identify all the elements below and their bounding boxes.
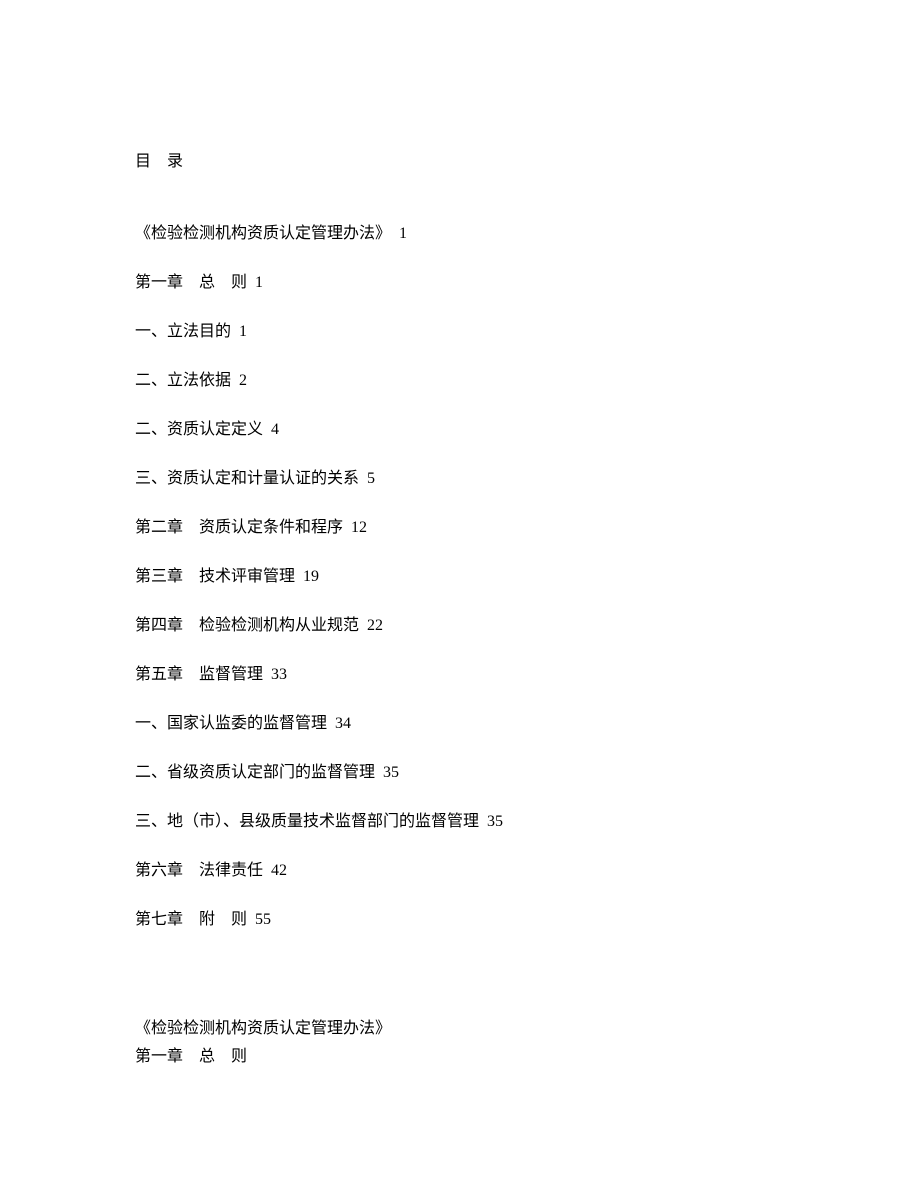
toc-entry-page: 19: [303, 568, 319, 585]
toc-entry: 第七章 附 则 55: [135, 908, 785, 932]
toc-entry: 第一章 总 则 1: [135, 271, 785, 295]
section-gap: [135, 957, 785, 1017]
toc-entry-text: 一、立法目的: [135, 323, 231, 340]
toc-entry-text: 第一章 总 则: [135, 274, 247, 291]
toc-entry: 一、立法目的 1: [135, 320, 785, 344]
toc-entry-text: 第六章 法律责任: [135, 862, 263, 879]
toc-entry-page: 55: [255, 911, 271, 928]
toc-entry: 第四章 检验检测机构从业规范 22: [135, 614, 785, 638]
toc-entry: 第三章 技术评审管理 19: [135, 565, 785, 589]
toc-entry-page: 12: [351, 519, 367, 536]
toc-entry-page: 1: [255, 274, 263, 291]
toc-entry: 第二章 资质认定条件和程序 12: [135, 516, 785, 540]
toc-entry-text: 一、国家认监委的监督管理: [135, 715, 327, 732]
toc-entry-text: 第二章 资质认定条件和程序: [135, 519, 343, 536]
toc-entry: 一、国家认监委的监督管理 34: [135, 712, 785, 736]
toc-entry-text: 第五章 监督管理: [135, 666, 263, 683]
toc-entry: 第六章 法律责任 42: [135, 859, 785, 883]
toc-entry-page: 5: [367, 470, 375, 487]
toc-entry: 三、资质认定和计量认证的关系 5: [135, 467, 785, 491]
toc-entry-text: 三、资质认定和计量认证的关系: [135, 470, 359, 487]
toc-entry-text: 第四章 检验检测机构从业规范: [135, 617, 359, 634]
toc-entry-page: 35: [383, 764, 399, 781]
toc-title: 目 录: [135, 150, 785, 174]
toc-entry: 《检验检测机构资质认定管理办法》 1: [135, 222, 785, 246]
toc-entry: 二、立法依据 2: [135, 369, 785, 393]
toc-entry-page: 34: [335, 715, 351, 732]
toc-entry-text: 第七章 附 则: [135, 911, 247, 928]
toc-entry: 二、资质认定定义 4: [135, 418, 785, 442]
toc-entry: 第五章 监督管理 33: [135, 663, 785, 687]
toc-entry-text: 二、立法依据: [135, 372, 231, 389]
toc-entry-page: 35: [487, 813, 503, 830]
toc-entry-page: 2: [239, 372, 247, 389]
toc-entry-page: 42: [271, 862, 287, 879]
toc-entry-text: 二、省级资质认定部门的监督管理: [135, 764, 375, 781]
toc-entry-page: 1: [399, 225, 407, 242]
toc-entry-text: 二、资质认定定义: [135, 421, 263, 438]
body-heading-1: 《检验检测机构资质认定管理办法》: [135, 1017, 785, 1041]
toc-entry-page: 1: [239, 323, 247, 340]
toc-entry-text: 第三章 技术评审管理: [135, 568, 295, 585]
body-heading-2: 第一章 总 则: [135, 1045, 785, 1069]
toc-entry-text: 《检验检测机构资质认定管理办法》: [135, 225, 391, 242]
toc-entry: 二、省级资质认定部门的监督管理 35: [135, 761, 785, 785]
toc-entry-page: 22: [367, 617, 383, 634]
toc-entry: 三、地（市）、县级质量技术监督部门的监督管理 35: [135, 810, 785, 834]
toc-entry-page: 4: [271, 421, 279, 438]
toc-entry-text: 三、地（市）、县级质量技术监督部门的监督管理: [135, 813, 479, 830]
toc-entry-page: 33: [271, 666, 287, 683]
